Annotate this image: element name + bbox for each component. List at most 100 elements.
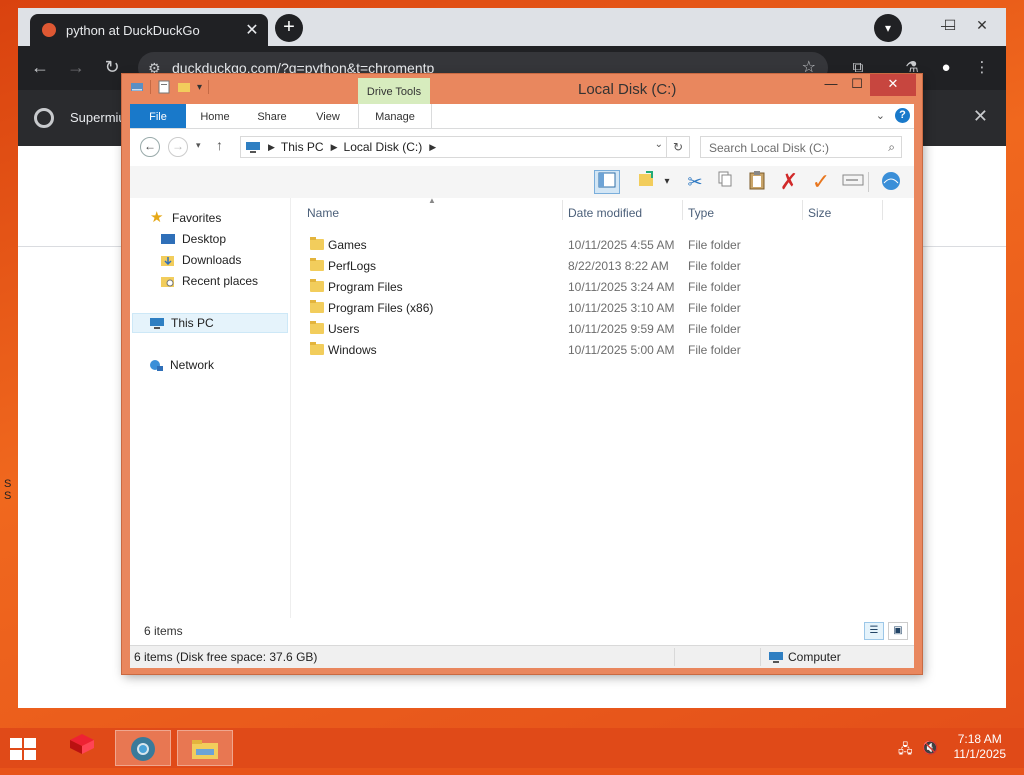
file-row[interactable]: Users 10/11/2025 9:59 AM File folder (308, 319, 908, 339)
layout-pane-icon[interactable] (594, 170, 620, 194)
reload-icon[interactable]: ↻ (100, 56, 124, 80)
item-count: 6 items (144, 624, 183, 638)
taskbar-app-box-icon[interactable] (54, 730, 110, 766)
cut-scissors-icon[interactable]: ✂ (682, 170, 708, 194)
nav-this-pc[interactable]: This PC (132, 313, 288, 333)
column-header-type[interactable]: Type (688, 206, 714, 220)
folder-icon (310, 258, 324, 271)
search-input[interactable] (707, 138, 881, 158)
file-row[interactable]: Program Files (x86) 10/11/2025 3:10 AM F… (308, 298, 908, 318)
file-type: File folder (688, 301, 741, 315)
help-icon[interactable]: ? (895, 108, 910, 123)
start-windows-icon[interactable] (10, 738, 38, 760)
custom-toolbar: ▾ ✂ ✗ ✓ (130, 166, 914, 198)
explorer-titlebar[interactable]: ▾ Drive Tools Local Disk (C:) — ☐ ✕ (122, 74, 922, 104)
rename-check-icon[interactable]: ✓ (808, 170, 834, 194)
column-separator[interactable] (562, 200, 563, 220)
forward-button[interactable]: → (168, 137, 188, 157)
ribbon-tabs: File Home Share View Manage ⌄ ? (130, 104, 914, 129)
back-arrow-icon[interactable]: ← (28, 56, 52, 80)
folder-options-dropdown-icon[interactable]: ▾ (660, 170, 674, 194)
properties-icon[interactable] (157, 80, 171, 94)
nav-desktop[interactable]: Desktop (160, 229, 316, 249)
address-bar[interactable]: ▶ This PC ▶ Local Disk (C:) ▶ ⌄ ↻ (240, 136, 690, 158)
search-box[interactable]: ⌕ (700, 136, 902, 158)
clock[interactable]: 7:18 AM 11/1/2025 (954, 732, 1007, 762)
qat-dropdown-icon[interactable]: ▾ (197, 82, 202, 93)
new-tab-button[interactable]: + (275, 14, 303, 42)
tab-view[interactable]: View (306, 104, 350, 128)
paste-clipboard-icon[interactable] (744, 170, 770, 194)
taskbar-file-explorer-icon[interactable] (177, 730, 233, 766)
column-header-date-modified[interactable]: Date modified (568, 206, 642, 220)
profile-avatar-icon[interactable]: ● (934, 56, 958, 80)
new-folder-icon[interactable] (177, 80, 191, 94)
details-view-icon[interactable]: ☰ (864, 622, 884, 640)
column-header-size[interactable]: Size (808, 206, 831, 220)
computer-icon (150, 318, 164, 329)
network-icon (150, 360, 163, 371)
breadcrumb-local-disk[interactable]: Local Disk (C:) (344, 140, 423, 154)
refresh-icon[interactable]: ↻ (666, 137, 689, 157)
ribbon-collapse-chevron-icon[interactable]: ⌄ (876, 109, 885, 122)
breadcrumb-separator-icon[interactable]: ▶ (429, 142, 436, 153)
breadcrumb-separator-icon[interactable]: ▶ (331, 142, 338, 153)
explorer-close-button[interactable]: ✕ (870, 74, 916, 96)
file-date: 10/11/2025 3:24 AM (568, 280, 675, 294)
copy-icon[interactable] (712, 170, 738, 194)
breadcrumb-this-pc[interactable]: This PC (281, 140, 324, 154)
volume-muted-tray-icon[interactable]: 🔇 (922, 740, 938, 756)
file-row[interactable]: Games 10/11/2025 4:55 AM File folder (308, 235, 908, 255)
file-list: ▲ Name Date modified Type Size Games 10/… (300, 196, 910, 618)
network-tray-icon[interactable]: 🖧 (898, 740, 913, 762)
folder-options-icon[interactable] (634, 170, 660, 194)
back-button[interactable]: ← (140, 137, 160, 157)
file-date: 10/11/2025 4:55 AM (568, 238, 675, 252)
column-separator[interactable] (882, 200, 883, 220)
folder-icon (310, 300, 324, 313)
browser-tab[interactable]: python at DuckDuckGo ✕ (30, 14, 268, 46)
infobar-close-icon[interactable]: ✕ (973, 106, 988, 127)
large-icons-view-icon[interactable]: ▣ (888, 622, 908, 640)
tab-file[interactable]: File (130, 104, 186, 128)
file-type: File folder (688, 238, 741, 252)
file-explorer-window: ▾ Drive Tools Local Disk (C:) — ☐ ✕ File… (122, 74, 922, 674)
network-globe-icon[interactable] (878, 170, 904, 194)
forward-arrow-icon[interactable]: → (64, 56, 88, 80)
taskbar: 🖧 🔇 7:18 AM 11/1/2025 (0, 728, 1024, 768)
file-name: Windows (328, 343, 377, 357)
nav-label: Network (170, 358, 215, 372)
file-row[interactable]: Windows 10/11/2025 5:00 AM File folder (308, 340, 908, 360)
tab-close-icon[interactable]: ✕ (242, 20, 262, 40)
file-date: 10/11/2025 3:10 AM (568, 301, 675, 315)
browser-close-button[interactable]: ✕ (966, 12, 998, 38)
file-type: File folder (688, 343, 741, 357)
tab-search-chevron-icon[interactable]: ▾ (874, 14, 902, 42)
tab-manage[interactable]: Manage (358, 104, 432, 128)
file-row[interactable]: Program Files 10/11/2025 3:24 AM File fo… (308, 277, 908, 297)
address-dropdown-icon[interactable]: ⌄ (655, 139, 663, 150)
file-name: PerfLogs (328, 259, 377, 273)
menu-kebab-icon[interactable]: ⋮ (970, 56, 994, 80)
column-separator[interactable] (802, 200, 803, 220)
drive-icon (131, 83, 143, 91)
taskbar-chrome-icon[interactable] (115, 730, 171, 766)
delete-x-icon[interactable]: ✗ (776, 170, 802, 194)
nav-recent-places[interactable]: Recent places (160, 271, 316, 291)
recent-locations-dropdown-icon[interactable]: ▾ (196, 140, 201, 151)
up-arrow-icon[interactable]: ↑ (216, 137, 223, 153)
tab-title: python at DuckDuckGo (66, 22, 200, 38)
file-row[interactable]: PerfLogs 8/22/2013 8:22 AM File folder (308, 256, 908, 276)
column-header-name[interactable]: Name (307, 206, 339, 220)
breadcrumb-separator-icon[interactable]: ▶ (268, 142, 275, 153)
column-separator[interactable] (682, 200, 683, 220)
browser-maximize-button[interactable]: ☐ (940, 12, 960, 38)
nav-downloads[interactable]: Downloads (160, 250, 316, 270)
explorer-maximize-button[interactable]: ☐ (844, 74, 870, 96)
properties-panel-icon[interactable] (840, 170, 866, 194)
nav-favorites[interactable]: ★ Favorites (150, 208, 306, 228)
tab-home[interactable]: Home (192, 104, 238, 128)
nav-network[interactable]: Network (148, 355, 304, 375)
tab-share[interactable]: Share (248, 104, 296, 128)
explorer-minimize-button[interactable]: — (818, 74, 844, 96)
